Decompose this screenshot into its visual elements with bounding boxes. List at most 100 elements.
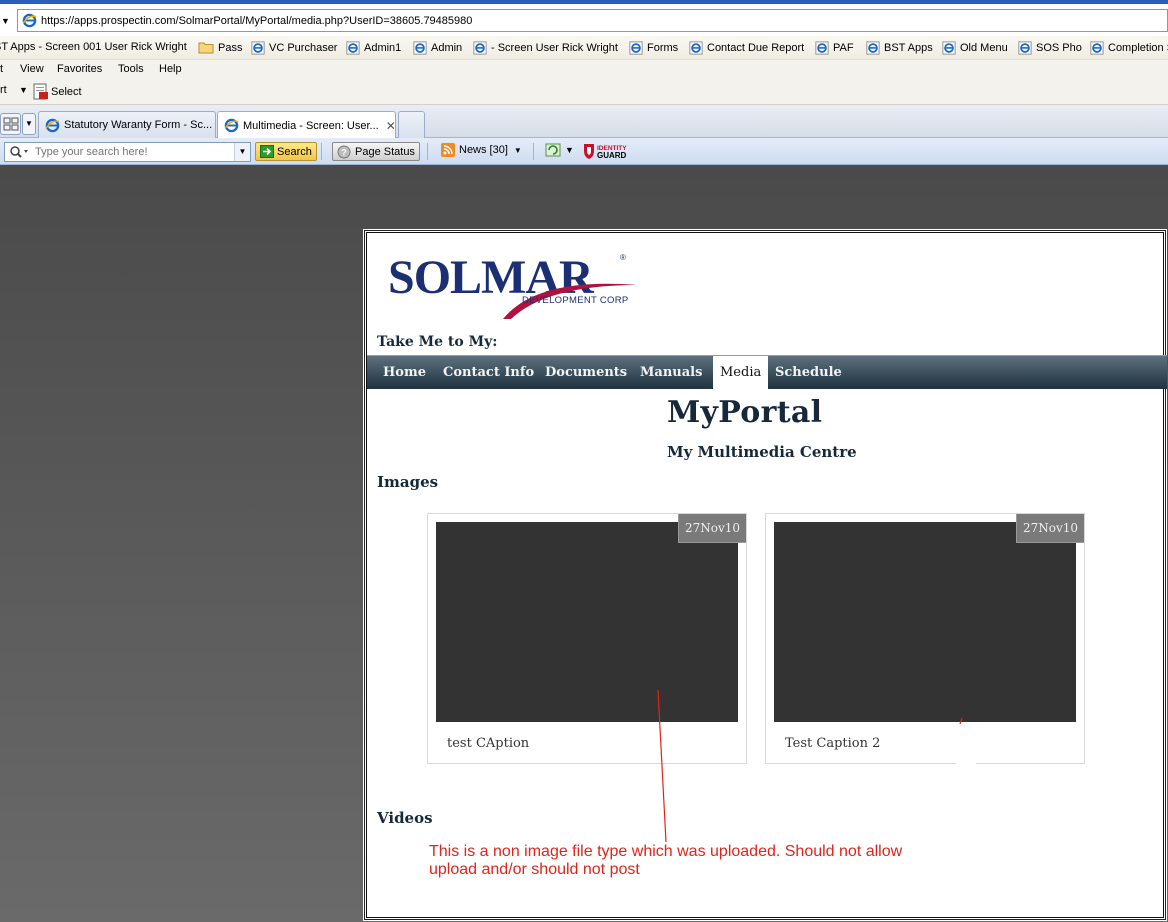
favorite-label: Pass — [218, 41, 243, 54]
image-card[interactable]: 27Nov10 test CAption — [427, 513, 747, 764]
image-card[interactable]: 27Nov10 Test Caption 2 — [765, 513, 1085, 764]
rss-icon — [441, 143, 455, 157]
ie-page-icon — [22, 13, 37, 28]
search-input[interactable] — [35, 146, 235, 158]
search-toolbar: ▼ Search ? Page Status News [30] ▼ ▼ IDE… — [0, 138, 1168, 165]
page-status-button[interactable]: ? Page Status — [332, 142, 420, 161]
menu-edit[interactable]: t — [0, 63, 3, 75]
favorite-link[interactable]: - Screen User Rick Wright — [473, 41, 618, 55]
favorite-link[interactable]: Old Menu — [942, 41, 1008, 55]
favorite-link[interactable]: VC Purchaser — [251, 41, 337, 55]
pdf-select-icon — [33, 83, 48, 100]
search-icon — [10, 146, 28, 158]
favorite-label: BST Apps — [884, 42, 933, 54]
ie-page-icon — [1018, 41, 1032, 55]
favorite-label: Forms — [647, 42, 679, 54]
search-box[interactable]: ▼ — [4, 142, 251, 162]
svg-text:?: ? — [341, 147, 347, 157]
toolbar-addon-button[interactable]: ▼ — [545, 143, 574, 157]
nav-contact-info[interactable]: Contact Info — [443, 356, 534, 389]
favorite-label: Contact Due Report — [707, 42, 805, 54]
quick-tabs-icon — [3, 117, 19, 131]
chevron-down-icon: ▼ — [25, 119, 33, 128]
ie-page-icon — [629, 41, 643, 55]
favorite-label: PAF — [833, 42, 854, 54]
tab-statutory-warranty[interactable]: Statutory Waranty Form - Sc... — [38, 111, 216, 138]
favorite-link[interactable]: Forms — [629, 41, 678, 55]
favorite-link[interactable]: SOS Pho — [1018, 41, 1082, 55]
nav-home[interactable]: Home — [383, 356, 426, 389]
ie-page-icon — [346, 41, 360, 55]
favorite-link[interactable]: Admin1 — [346, 41, 401, 55]
favorite-link[interactable]: ST Apps - Screen 001 User Rick Wright — [0, 41, 187, 53]
chevron-down-icon[interactable]: ▼ — [19, 85, 28, 95]
nav-schedule[interactable]: Schedule — [775, 356, 842, 389]
chevron-down-icon[interactable]: ▼ — [234, 143, 250, 161]
ie-page-icon — [224, 118, 239, 133]
videos-heading: Videos — [377, 809, 433, 827]
search-button[interactable]: Search — [255, 142, 317, 161]
svg-text:®: ® — [620, 253, 626, 262]
menu-view[interactable]: View — [20, 63, 44, 75]
favorite-link[interactable]: BST Apps — [866, 41, 933, 55]
new-tab-button[interactable] — [398, 111, 425, 138]
image-thumbnail[interactable] — [436, 522, 738, 722]
page-title: MyPortal — [667, 395, 823, 430]
toolbar-separator — [533, 143, 534, 160]
favorite-folder[interactable]: Pass — [198, 41, 242, 54]
ie-page-icon — [942, 41, 956, 55]
favorite-link[interactable]: Contact Due Report — [689, 41, 804, 55]
page-subtitle: My Multimedia Centre — [667, 443, 857, 461]
refresh-page-icon — [545, 143, 561, 157]
go-arrow-icon — [260, 145, 274, 158]
menu-tools[interactable]: Tools — [118, 63, 144, 75]
address-url[interactable]: https://apps.prospectin.com/SolmarPortal… — [41, 15, 472, 27]
portal-frame: SOLMAR ® DEVELOPMENT CORP Take Me to My:… — [363, 229, 1167, 921]
chevron-down-icon: ▼ — [565, 145, 574, 155]
ie-page-icon — [815, 41, 829, 55]
nav-manuals[interactable]: Manuals — [640, 356, 702, 389]
favorite-label: SOS Pho — [1036, 42, 1082, 54]
menu-help[interactable]: Help — [159, 63, 182, 75]
favorite-label: - Screen User Rick Wright — [491, 42, 618, 54]
solmar-logo: SOLMAR ® DEVELOPMENT CORP — [388, 251, 637, 319]
menu-bar: t View Favorites Tools Help — [0, 60, 1168, 81]
portal-nav: Home Contact Info Documents Manuals Medi… — [367, 355, 1167, 390]
ie-page-icon — [473, 41, 487, 55]
favorite-label: Completion S — [1108, 42, 1168, 54]
close-icon[interactable]: ✕ — [386, 119, 395, 133]
folder-icon — [198, 42, 214, 54]
logo-subtitle: DEVELOPMENT CORP — [522, 295, 629, 306]
favorite-link[interactable]: PAF — [815, 41, 854, 55]
favorite-label: Admin1 — [364, 42, 402, 54]
favorite-link[interactable]: Completion S — [1090, 41, 1168, 55]
tab-list-button[interactable]: ▼ — [22, 113, 36, 135]
address-bar[interactable]: https://apps.prospectin.com/SolmarPortal… — [17, 9, 1168, 32]
back-dropdown-icon[interactable]: ▼ — [1, 16, 10, 26]
favorites-bar: ST Apps - Screen 001 User Rick Wright Pa… — [0, 36, 1168, 60]
nav-documents[interactable]: Documents — [545, 356, 627, 389]
portal-content: SOLMAR ® DEVELOPMENT CORP Take Me to My:… — [366, 232, 1167, 918]
image-caption: Test Caption 2 — [785, 736, 881, 751]
toolbar-separator — [321, 143, 322, 160]
image-date-badge: 27Nov10 — [678, 514, 746, 543]
favorite-label: ST Apps - Screen 001 User Rick Wright — [0, 41, 187, 53]
identity-guard-button[interactable]: IDENTITY GUARD — [582, 142, 636, 160]
tab-bar: ▼ Statutory Waranty Form - Sc... Multime… — [0, 105, 1168, 139]
address-bar-row: ▼ https://apps.prospectin.com/SolmarPort… — [0, 0, 1168, 36]
tab-multimedia[interactable]: Multimedia - Screen: User... ✕ — [217, 111, 396, 139]
favorite-label: VC Purchaser — [269, 42, 338, 54]
image-thumbnail[interactable] — [774, 522, 1076, 722]
tab-label: Multimedia - Screen: User... — [243, 119, 379, 132]
nav-media[interactable]: Media — [713, 356, 769, 390]
select-label: Select — [51, 85, 82, 98]
convert-button[interactable]: rt — [0, 84, 7, 96]
tab-label: Statutory Waranty Form - Sc... — [64, 119, 213, 131]
take-me-label: Take Me to My: — [377, 334, 498, 350]
menu-favorites[interactable]: Favorites — [57, 63, 102, 75]
news-button[interactable]: News [30] ▼ — [441, 143, 522, 157]
favorite-link[interactable]: Admin — [413, 41, 462, 55]
quick-tabs-button[interactable] — [0, 113, 21, 135]
select-button[interactable]: Select — [33, 83, 82, 100]
image-date-badge: 27Nov10 — [1016, 514, 1084, 543]
